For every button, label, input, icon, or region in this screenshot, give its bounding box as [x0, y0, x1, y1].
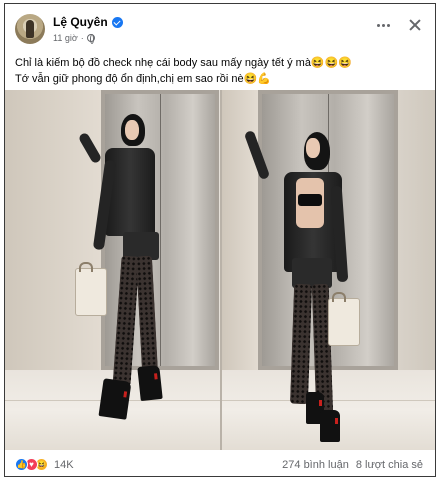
post-stats: 274 bình luận 8 lượt chia sẻ: [282, 459, 423, 471]
wall-pillar: [5, 90, 105, 390]
post-card: Lệ Quyên 11 giờ · Chỉ là kiếm bộ đồ chec…: [4, 3, 436, 477]
more-options-button[interactable]: [373, 17, 393, 33]
post-time[interactable]: 11 giờ: [53, 33, 78, 43]
post-meta: 11 giờ ·: [53, 33, 95, 44]
post-header: Lệ Quyên 11 giờ ·: [5, 4, 435, 48]
close-icon[interactable]: [407, 17, 423, 33]
verified-badge-icon: [111, 16, 123, 28]
caption-line: Chỉ là kiếm bộ đồ check nhẹ cái body sau…: [15, 57, 353, 69]
reactions-summary[interactable]: 👍 ♥ 😆 14K: [15, 458, 74, 471]
avatar[interactable]: [15, 14, 45, 44]
avatar-figure: [26, 20, 34, 38]
handbag: [75, 262, 107, 316]
globe-icon: [86, 34, 95, 44]
caption-line: Tớ vẫn giữ phong độ ổn định,chị em sao r…: [15, 73, 271, 85]
more-dot-icon: [376, 23, 380, 27]
author-name[interactable]: Lệ Quyên: [53, 15, 108, 29]
post-footer: 👍 ♥ 😆 14K 274 bình luận 8 lượt chia sẻ: [5, 450, 435, 478]
author-row: Lệ Quyên: [53, 15, 123, 29]
more-dot-icon: [381, 23, 385, 27]
photo-panel-right: [222, 90, 435, 450]
share-count[interactable]: 8 lượt chia sẻ: [356, 459, 423, 471]
like-icon: 👍: [15, 458, 28, 471]
post-photo[interactable]: [5, 90, 435, 450]
post-caption: Chỉ là kiếm bộ đồ check nhẹ cái body sau…: [15, 55, 427, 87]
meta-separator: ·: [80, 33, 84, 43]
reaction-count[interactable]: 14K: [54, 459, 74, 471]
handbag: [328, 292, 360, 346]
comment-count[interactable]: 274 bình luận: [282, 459, 349, 471]
more-dot-icon: [386, 23, 390, 27]
photo-panel-left: [5, 90, 220, 450]
